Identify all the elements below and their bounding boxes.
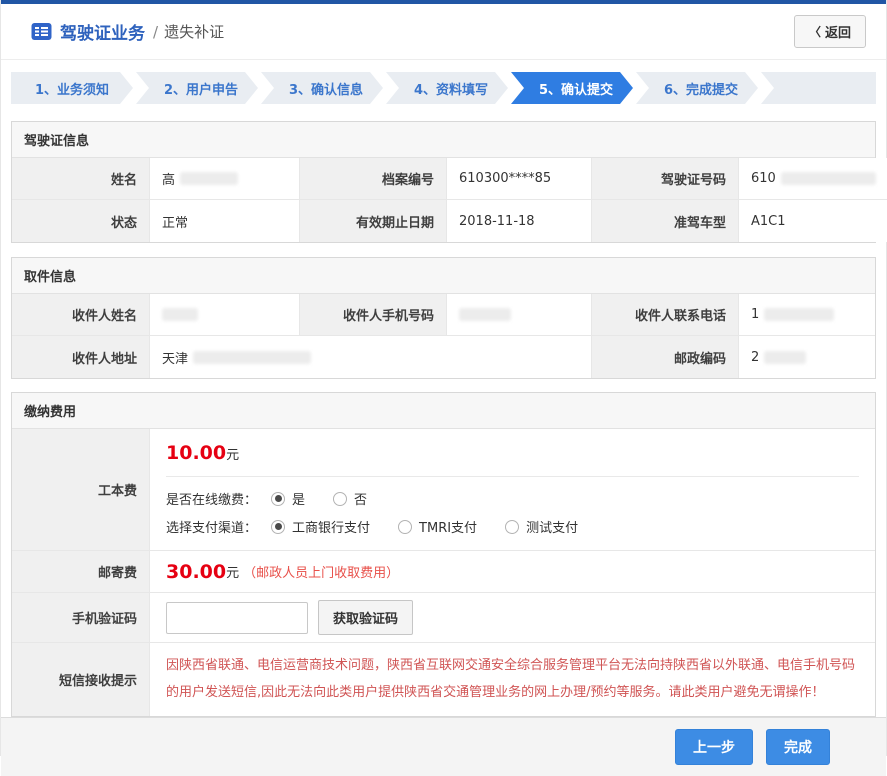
radio-unchecked-icon[interactable] (398, 520, 412, 534)
step-breadcrumb: 1、业务须知 2、用户申告 3、确认信息 4、资料填写 5、确认提交 6、完成提… (11, 72, 876, 104)
license-no-redaction (781, 172, 876, 185)
production-fee-unit: 元 (226, 448, 239, 463)
postage-label: 邮寄费 (12, 551, 150, 593)
recipient-phone-value: 1 (739, 294, 875, 336)
pay-channel-option-tmri[interactable]: TMRI支付 (398, 517, 477, 536)
step-2-user-declaration[interactable]: 2、用户申告 (136, 72, 258, 104)
expiry-value: 2018-11-18 (447, 200, 592, 242)
radio-checked-icon[interactable] (271, 492, 285, 506)
footer-action-bar: 上一步 完成 (1, 717, 886, 776)
online-pay-option-row: 是否在线缴费： 是 否 (166, 489, 859, 508)
sms-tip-label: 短信接收提示 (12, 643, 150, 716)
recipient-mobile-redaction (459, 308, 511, 321)
sms-tip-text: 因陕西省联通、电信运营商技术问题，陕西省互联网交通安全综合服务管理平台无法向持陕… (166, 653, 859, 706)
license-list-icon (31, 21, 52, 42)
file-no-value: 610300****85 (447, 158, 592, 200)
license-no-value: 610 (739, 158, 887, 200)
previous-step-button[interactable]: 上一步 (675, 729, 753, 765)
name-label: 姓名 (12, 158, 150, 200)
file-no-label: 档案编号 (300, 158, 447, 200)
vehicle-class-label: 准驾车型 (592, 200, 739, 242)
step-6-finish-submit[interactable]: 6、完成提交 (636, 72, 758, 104)
back-chevron-icon: 〈 (809, 23, 821, 40)
step-4-fill-data[interactable]: 4、资料填写 (386, 72, 508, 104)
pickup-info-section-title: 取件信息 (12, 258, 875, 294)
online-pay-option-yes[interactable]: 是 (271, 489, 305, 508)
page-title: 驾驶证业务 (60, 19, 145, 44)
get-code-button[interactable]: 获取验证码 (318, 600, 413, 635)
production-fee-amount-line: 10.00元 (166, 429, 859, 477)
expiry-label: 有效期止日期 (300, 200, 447, 242)
pay-channel-option-icbc[interactable]: 工商银行支付 (271, 517, 370, 536)
recipient-phone-redaction (764, 308, 834, 321)
pickup-info-section: 取件信息 收件人姓名 收件人手机号码 收件人联系电话 1 收件人地址 天津 邮政… (11, 257, 876, 379)
breadcrumb-separator: / (153, 23, 158, 41)
radio-unchecked-icon[interactable] (333, 492, 347, 506)
back-button-label: 返回 (825, 22, 851, 41)
online-pay-option-no[interactable]: 否 (333, 489, 367, 508)
postage-amount: 30.00 (166, 561, 226, 583)
recipient-address-value: 天津 (150, 336, 592, 378)
page: 驾驶证业务 / 遗失补证 〈 返回 1、业务须知 2、用户申告 3、确认信息 4… (0, 0, 887, 756)
radio-checked-icon[interactable] (271, 520, 285, 534)
step-1-business-notice[interactable]: 1、业务须知 (11, 72, 133, 104)
fees-section: 缴纳费用 工本费 10.00元 是否在线缴费： 是 (11, 392, 876, 717)
postal-code-label: 邮政编码 (592, 336, 739, 378)
pay-channel-option-row: 选择支付渠道： 工商银行支付 TMRI支付 测试支付 (166, 517, 859, 536)
breadcrumb-current: 遗失补证 (164, 21, 224, 42)
sms-code-input[interactable] (166, 602, 308, 634)
radio-unchecked-icon[interactable] (505, 520, 519, 534)
header: 驾驶证业务 / 遗失补证 〈 返回 (1, 4, 886, 60)
back-button[interactable]: 〈 返回 (794, 15, 866, 48)
production-fee-cell: 10.00元 是否在线缴费： 是 否 (150, 429, 875, 551)
finish-button[interactable]: 完成 (766, 729, 830, 765)
step-breadcrumb-filler (761, 72, 876, 104)
recipient-mobile-label: 收件人手机号码 (300, 294, 447, 336)
name-value: 高 (150, 158, 300, 200)
name-redaction (180, 172, 238, 185)
recipient-name-redaction (162, 308, 198, 321)
status-value: 正常 (150, 200, 300, 242)
recipient-address-label: 收件人地址 (12, 336, 150, 378)
recipient-name-value (150, 294, 300, 336)
recipient-mobile-value (447, 294, 592, 336)
postage-unit: 元 (226, 562, 239, 581)
pay-channel-label: 选择支付渠道： (166, 517, 257, 536)
license-no-label: 驾驶证号码 (592, 158, 739, 200)
step-5-confirm-submit[interactable]: 5、确认提交 (511, 72, 633, 104)
license-info-section-title: 驾驶证信息 (12, 122, 875, 158)
status-label: 状态 (12, 200, 150, 242)
postage-value: 30.00元 （邮政人员上门收取费用） (150, 551, 875, 593)
sms-code-label: 手机验证码 (12, 593, 150, 643)
license-info-section: 驾驶证信息 姓名 高 档案编号 610300****85 驾驶证号码 610 状… (11, 121, 876, 243)
online-pay-label: 是否在线缴费： (166, 489, 257, 508)
production-fee-label: 工本费 (12, 429, 150, 551)
vehicle-class-value: A1C1 (739, 200, 887, 242)
recipient-address-redaction (193, 351, 311, 364)
step-3-confirm-info[interactable]: 3、确认信息 (261, 72, 383, 104)
production-fee-amount: 10.00 (166, 442, 226, 464)
recipient-name-label: 收件人姓名 (12, 294, 150, 336)
postal-code-value: 2 (739, 336, 875, 378)
sms-tip-cell: 因陕西省联通、电信运营商技术问题，陕西省互联网交通安全综合服务管理平台无法向持陕… (150, 643, 875, 716)
postal-code-redaction (764, 351, 806, 364)
pay-channel-option-test[interactable]: 测试支付 (505, 517, 578, 536)
sms-code-cell: 获取验证码 (150, 593, 875, 643)
fees-section-title: 缴纳费用 (12, 393, 875, 429)
recipient-phone-label: 收件人联系电话 (592, 294, 739, 336)
postage-note: （邮政人员上门收取费用） (243, 562, 399, 581)
